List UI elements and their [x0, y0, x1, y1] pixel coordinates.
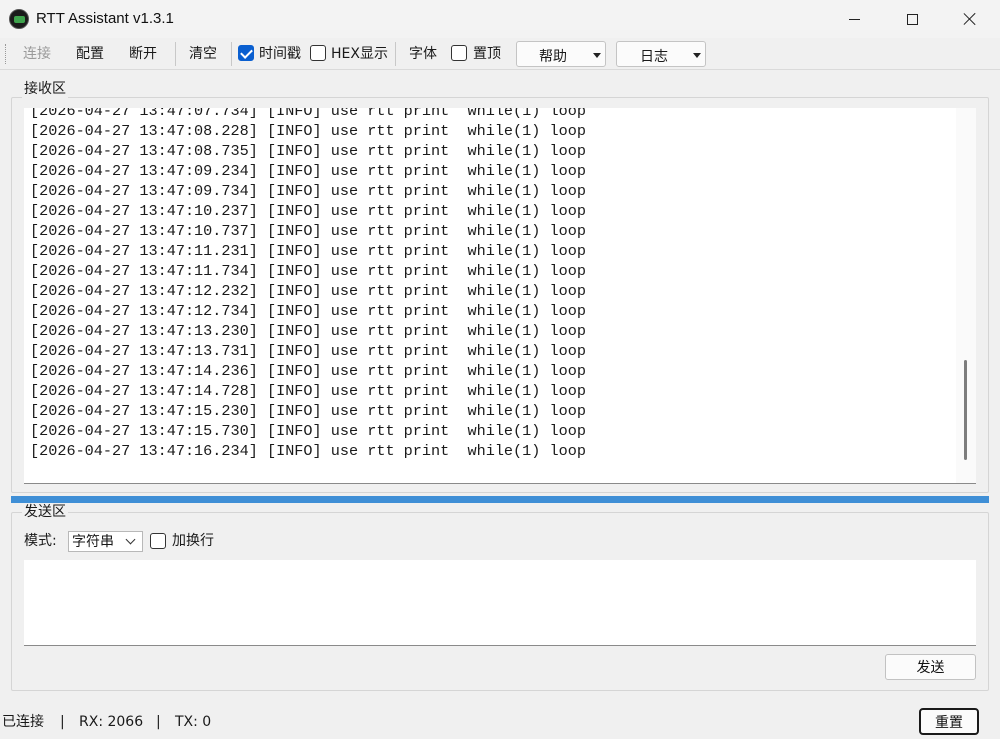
log-line: [2026-04-27 13:47:13.230] [INFO] use rtt…: [30, 322, 586, 340]
scrollbar-thumb[interactable]: [964, 360, 967, 460]
log-dropdown-label: 日志: [640, 49, 668, 65]
receive-group-title: 接收区: [22, 80, 68, 98]
chevron-down-icon: [125, 534, 136, 545]
add-newline-label[interactable]: 加换行: [172, 532, 214, 550]
close-icon: [963, 12, 977, 26]
receive-scrollbar[interactable]: [956, 108, 976, 483]
log-line: [2026-04-27 13:47:14.236] [INFO] use rtt…: [30, 362, 586, 380]
help-dropdown-label: 帮助: [539, 49, 567, 65]
log-line: [2026-04-27 13:47:16.234] [INFO] use rtt…: [30, 442, 586, 460]
log-line: [2026-04-27 13:47:15.730] [INFO] use rtt…: [30, 422, 586, 440]
log-line: [2026-04-27 13:47:08.228] [INFO] use rtt…: [30, 122, 586, 140]
log-line: [2026-04-27 13:47:08.735] [INFO] use rtt…: [30, 142, 586, 160]
log-line: [2026-04-27 13:47:09.234] [INFO] use rtt…: [30, 162, 586, 180]
send-group-title: 发送区: [22, 503, 68, 521]
rx-count: RX: 2066: [79, 714, 144, 730]
timestamp-checkbox[interactable]: [238, 45, 254, 61]
minimize-button[interactable]: [825, 0, 883, 38]
reset-button[interactable]: 重置: [919, 708, 979, 735]
status-separator: |: [60, 714, 65, 730]
app-logo-icon: [9, 9, 29, 29]
log-line: [2026-04-27 13:47:15.230] [INFO] use rtt…: [30, 402, 586, 420]
pin-top-label[interactable]: 置顶: [473, 44, 501, 64]
add-newline-checkbox[interactable]: [150, 533, 166, 549]
hex-display-checkbox[interactable]: [310, 45, 326, 61]
send-input[interactable]: [24, 560, 976, 646]
close-button[interactable]: [941, 0, 999, 38]
disconnect-button[interactable]: 断开: [129, 44, 157, 64]
mode-label: 模式:: [24, 533, 57, 549]
caret-down-icon: [593, 53, 601, 58]
log-line: [2026-04-27 13:47:11.231] [INFO] use rtt…: [30, 242, 586, 260]
timestamp-label[interactable]: 时间戳: [259, 44, 301, 64]
mode-select-value: 字符串: [72, 534, 114, 550]
log-line: [2026-04-27 13:47:10.737] [INFO] use rtt…: [30, 222, 586, 240]
panel-splitter[interactable]: [11, 496, 989, 503]
config-button[interactable]: 配置: [76, 44, 104, 64]
tx-count: TX: 0: [175, 714, 212, 730]
toolbar-separator: [231, 42, 232, 66]
maximize-icon: [906, 13, 918, 25]
send-button[interactable]: 发送: [885, 654, 976, 680]
toolbar: 连接 配置 断开 清空 时间戳 HEX显示 字体 置顶 帮助 日志: [0, 38, 1000, 70]
minimize-icon: [848, 18, 860, 20]
log-line: [2026-04-27 13:47:09.734] [INFO] use rtt…: [30, 182, 586, 200]
clear-button[interactable]: 清空: [189, 44, 217, 64]
log-dropdown[interactable]: 日志: [616, 41, 706, 67]
hex-display-label[interactable]: HEX显示: [331, 44, 388, 64]
log-line: [2026-04-27 13:47:14.728] [INFO] use rtt…: [30, 382, 586, 400]
log-line: [2026-04-27 13:47:07.734] [INFO] use rtt…: [30, 108, 586, 120]
log-line: [2026-04-27 13:47:12.734] [INFO] use rtt…: [30, 302, 586, 320]
log-line: [2026-04-27 13:47:12.232] [INFO] use rtt…: [30, 282, 586, 300]
receive-log[interactable]: [2026-04-27 13:47:07.734] [INFO] use rtt…: [24, 108, 976, 484]
log-line: [2026-04-27 13:47:10.237] [INFO] use rtt…: [30, 202, 586, 220]
log-line: [2026-04-27 13:47:11.734] [INFO] use rtt…: [30, 262, 586, 280]
mode-select[interactable]: 字符串: [68, 531, 143, 552]
receive-log-lines: [2026-04-27 13:47:07.734] [INFO] use rtt…: [30, 108, 586, 461]
connect-button[interactable]: 连接: [23, 44, 51, 64]
window-title: RTT Assistant v1.3.1: [36, 10, 174, 27]
toolbar-separator: [175, 42, 176, 66]
maximize-button[interactable]: [883, 0, 941, 38]
toolbar-grip[interactable]: [5, 44, 7, 64]
font-button[interactable]: 字体: [409, 44, 437, 64]
pin-top-checkbox[interactable]: [451, 45, 467, 61]
status-separator: |: [156, 714, 161, 730]
caret-down-icon: [693, 53, 701, 58]
title-bar[interactable]: RTT Assistant v1.3.1: [0, 0, 1000, 38]
help-dropdown[interactable]: 帮助: [516, 41, 606, 67]
connection-status: 已连接: [2, 714, 44, 730]
log-line: [2026-04-27 13:47:13.731] [INFO] use rtt…: [30, 342, 586, 360]
toolbar-separator: [395, 42, 396, 66]
